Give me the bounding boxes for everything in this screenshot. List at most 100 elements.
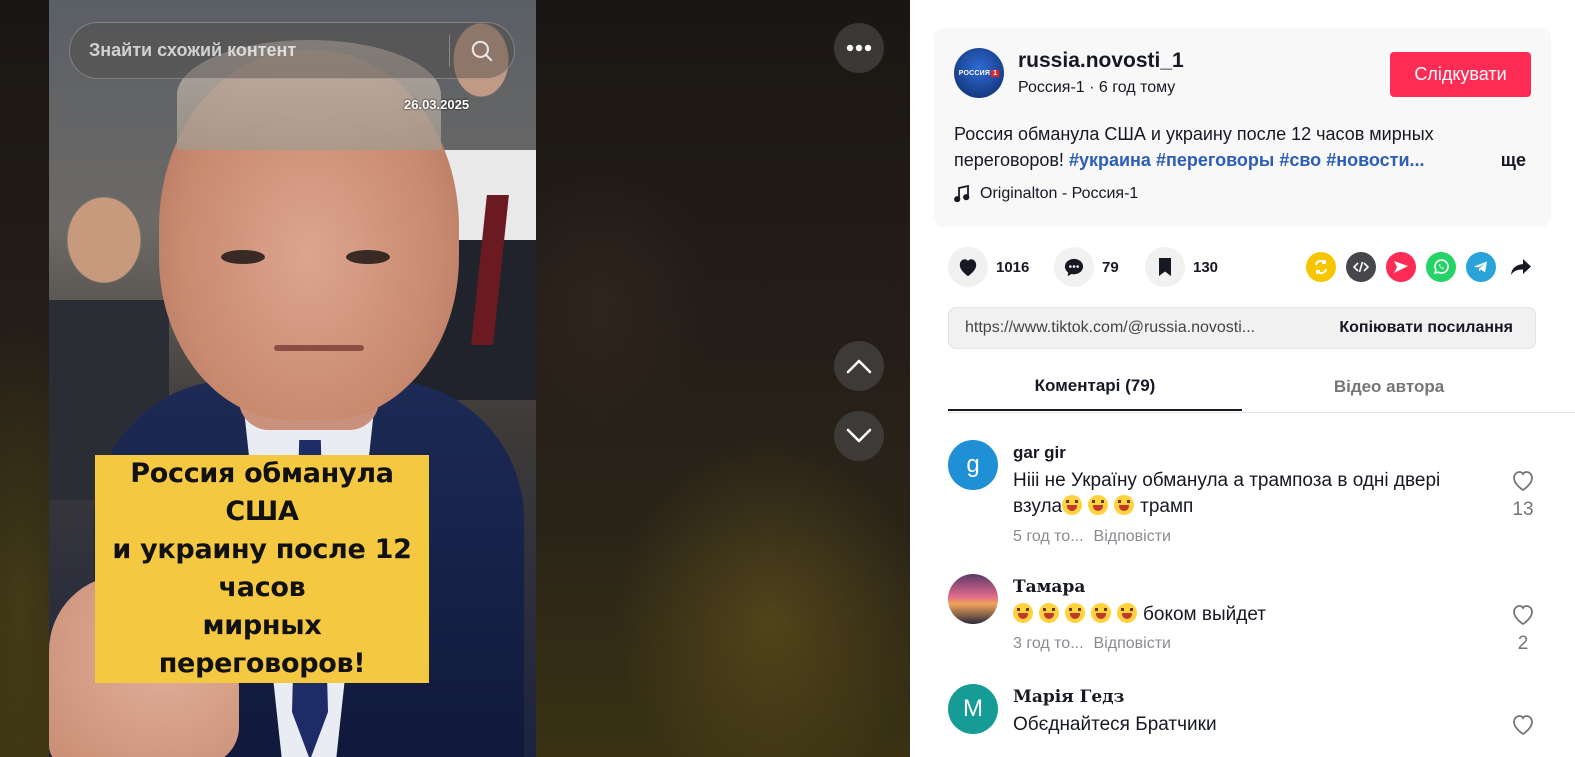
video-link-text[interactable]: https://www.tiktok.com/@russia.novosti..… (949, 319, 1327, 337)
share-more-button[interactable] (1506, 252, 1536, 282)
telegram-share-button[interactable] (1466, 252, 1496, 282)
like-button[interactable] (948, 247, 988, 287)
save-action[interactable]: 130 (1145, 247, 1218, 287)
panel-tabs: Коментарі (79) Відео автора (948, 363, 1575, 413)
video-date-stamp: 26.03.2025 (404, 97, 470, 112)
hashtag-link[interactable]: #украина (1069, 150, 1151, 170)
action-bar: 1016 79 130 (948, 247, 1538, 287)
hashtag-link[interactable]: #новости (1326, 150, 1409, 170)
similar-content-search (69, 22, 515, 79)
comment-meta: 3 год то... Відповісти (1013, 635, 1171, 653)
description-ellipsis: ... (1409, 150, 1425, 170)
video-stage: 26.03.2025 Россия обманула США и украину… (0, 0, 910, 757)
whatsapp-share-button[interactable] (1426, 252, 1456, 282)
heart-icon (959, 259, 977, 277)
grinning-face-emoji (1114, 495, 1135, 515)
like-count: 1016 (996, 258, 1030, 276)
more-dots-icon (846, 44, 872, 52)
author-username[interactable]: russia.novosti_1 (1018, 49, 1184, 73)
comment-bubble-icon (1064, 258, 1084, 277)
copy-link-button[interactable]: Копіювати посилання (1327, 319, 1535, 337)
author-avatar[interactable]: РОССИЯ 1 (954, 48, 1004, 98)
heart-outline-icon (1513, 715, 1533, 736)
embed-button[interactable] (1346, 252, 1376, 282)
commenter-avatar[interactable]: g (948, 440, 998, 490)
commenter-avatar[interactable] (948, 574, 998, 624)
more-options-button[interactable] (834, 23, 884, 73)
comment-time: 3 год то... (1013, 635, 1084, 652)
laughing-tears-emoji (1039, 603, 1059, 623)
heart-outline-icon (1513, 605, 1533, 626)
caption-line-3: мирных переговоров! (95, 607, 429, 683)
follow-button[interactable]: Слідкувати (1390, 52, 1531, 97)
comment-time: 5 год то... (1013, 528, 1084, 545)
commenter-name[interactable]: Тамара (1013, 577, 1085, 597)
bookmark-button[interactable] (1145, 247, 1185, 287)
side-panel: РОССИЯ 1 russia.novosti_1 Россия-1 · 6 го… (910, 0, 1575, 757)
comment-count: 79 (1102, 258, 1119, 276)
repost-button[interactable] (1306, 252, 1336, 282)
laughing-tears-emoji (1065, 603, 1085, 623)
whatsapp-icon (1433, 259, 1449, 275)
share-link-row: https://www.tiktok.com/@russia.novosti..… (948, 307, 1536, 349)
like-action[interactable]: 1016 (948, 247, 1029, 287)
comment-action[interactable]: 79 (1054, 247, 1119, 287)
video-frame-mouth (274, 345, 364, 351)
commenter-avatar[interactable]: M (948, 684, 998, 734)
music-title: Originalton - Россия-1 (980, 185, 1139, 202)
expand-description-button[interactable]: ще (1501, 147, 1526, 173)
previous-video-button[interactable] (834, 341, 884, 391)
tab-comments[interactable]: Коментарі (79) (948, 363, 1242, 411)
caption-line-1: Россия обманула США (95, 455, 429, 531)
search-button[interactable] (450, 23, 514, 78)
video-caption-overlay: Россия обманула США и украину после 12 ч… (95, 455, 429, 683)
tab-author-videos[interactable]: Відео автора (1242, 363, 1536, 411)
search-input[interactable] (70, 40, 449, 61)
author-subline: Россия-1 · 6 год тому (1018, 79, 1176, 96)
caption-line-2: и украину после 12 часов (95, 531, 429, 607)
comment-text: Обєднайтеся Братчики (1013, 714, 1217, 735)
grinning-face-emoji (1088, 495, 1109, 515)
video-description: Россия обманула США и украину после 12 ч… (954, 121, 1534, 173)
chevron-up-icon (846, 359, 872, 374)
comment-text: Нііі не Україну обманула а трампоза в од… (1013, 470, 1441, 517)
video-frame-eye-right (346, 250, 390, 264)
laughing-tears-emoji (1117, 603, 1137, 623)
comment-button[interactable] (1054, 247, 1094, 287)
chevron-down-icon (846, 428, 872, 443)
comment-text: боком выйдет (1013, 602, 1483, 628)
repost-icon (1315, 259, 1327, 275)
comment-like-button[interactable]: 13 (1508, 470, 1538, 521)
hashtag-link[interactable]: #переговоры (1156, 150, 1274, 170)
video-player[interactable]: 26.03.2025 Россия обманула США и украину… (49, 0, 536, 757)
commenter-name[interactable]: Марія Гедз (1013, 687, 1124, 707)
laughing-tears-emoji (1091, 603, 1111, 623)
paper-plane-icon (1394, 261, 1408, 273)
send-to-friends-button[interactable] (1386, 252, 1416, 282)
comment-like-button[interactable]: 2 (1508, 604, 1538, 655)
reply-button[interactable]: Відповісти (1094, 528, 1171, 545)
post-time: 6 год тому (1098, 79, 1176, 96)
comment-like-count: 2 (1517, 633, 1529, 654)
page: 26.03.2025 Россия обманула США и украину… (0, 0, 1575, 757)
comment-like-button[interactable] (1508, 714, 1538, 741)
music-link[interactable]: Originalton - Россия-1 (954, 185, 1138, 203)
video-info-card: РОССИЯ 1 russia.novosti_1 Россия-1 · 6 го… (934, 28, 1551, 227)
heart-outline-icon (1513, 471, 1533, 492)
next-video-button[interactable] (834, 411, 884, 461)
reply-button[interactable]: Відповісти (1094, 635, 1171, 652)
grinning-face-emoji (1062, 495, 1083, 515)
telegram-icon (1474, 261, 1487, 273)
save-count: 130 (1193, 258, 1219, 276)
share-arrow-icon (1511, 259, 1531, 275)
author-display-name: Россия-1 (1018, 79, 1085, 96)
hashtag-link[interactable]: #сво (1279, 150, 1321, 170)
commenter-name[interactable]: gar gir (1013, 443, 1066, 463)
bookmark-icon (1159, 258, 1171, 276)
channel-logo: РОССИЯ 1 (958, 69, 1000, 77)
video-frame-eye-left (221, 250, 265, 264)
comment-meta: 5 год то... Відповісти (1013, 528, 1171, 546)
search-icon (471, 40, 493, 62)
laughing-tears-emoji (1013, 603, 1033, 623)
music-note-icon (954, 185, 970, 203)
